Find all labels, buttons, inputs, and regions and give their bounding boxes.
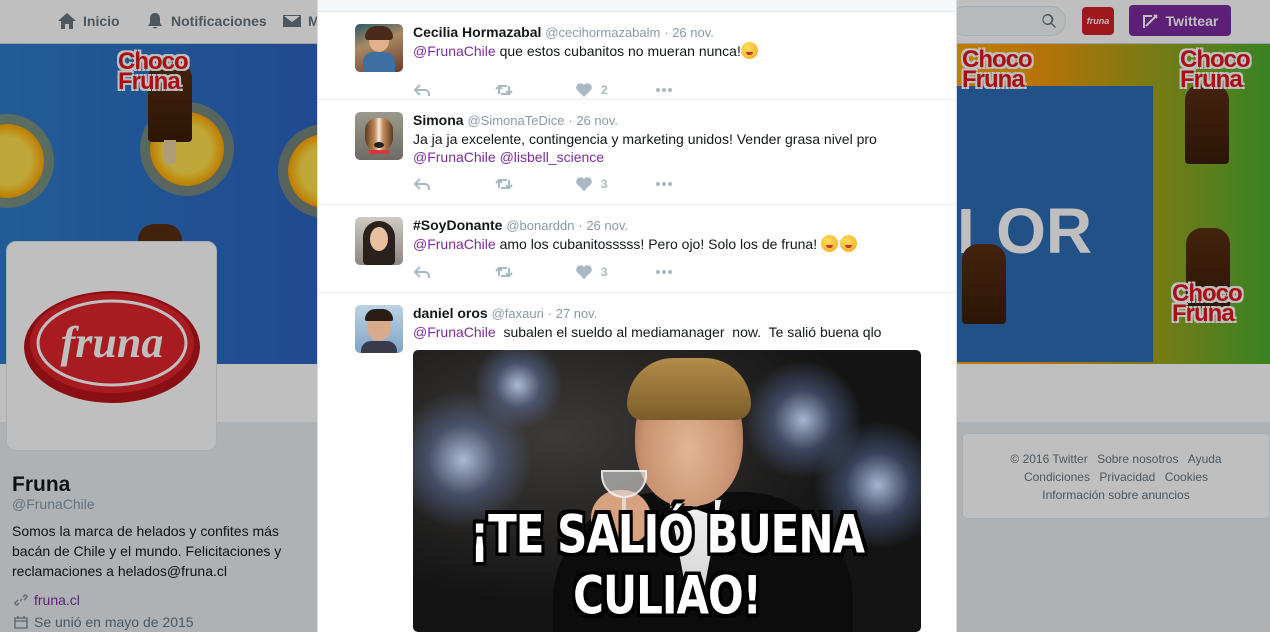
avatar[interactable]	[355, 24, 403, 72]
avatar[interactable]	[355, 305, 403, 353]
like-count: 3	[601, 177, 608, 191]
tweet-text-body: subalen el sueldo al mediamanager now. T…	[495, 324, 882, 340]
author-name[interactable]: daniel oros	[413, 305, 488, 321]
tweet-date[interactable]: · 26 nov.	[568, 113, 618, 128]
reply-button[interactable]	[413, 176, 495, 192]
tweet-actions: 3	[413, 262, 673, 282]
modal-top-edge	[318, 0, 956, 12]
tweet-text-body: Ja ja ja excelente, contingencia y marke…	[413, 131, 877, 147]
more-icon	[656, 88, 672, 92]
heart-icon	[576, 83, 592, 97]
retweet-button[interactable]	[495, 264, 575, 280]
tweet-media-image[interactable]: ¡TE SALIÓ BUENA CULIAO!	[413, 350, 921, 632]
tweet-text-body: que estos cubanitos no mueran nunca!	[495, 43, 741, 59]
author-name[interactable]: Cecilia Hormazabal	[413, 24, 541, 40]
reply-tweet[interactable]: Cecilia Hormazabal @cecihormazabalm · 26…	[318, 12, 956, 100]
retweet-icon	[495, 266, 513, 278]
more-icon	[656, 270, 672, 274]
tweet-actions: 3	[413, 174, 673, 194]
tweet-content: Simona @SimonaTeDice · 26 nov. Ja ja ja …	[413, 110, 926, 166]
tweet-detail-modal: Cecilia Hormazabal @cecihormazabalm · 26…	[317, 0, 957, 632]
like-count: 3	[601, 265, 608, 279]
mention-link[interactable]: @lisbell_science	[500, 149, 604, 165]
winking-tongue-emoji-icon	[839, 235, 857, 252]
tweet-date[interactable]: · 27 nov.	[548, 306, 598, 321]
avatar[interactable]	[355, 112, 403, 160]
tweet-date[interactable]: · 26 nov.	[578, 218, 628, 233]
more-button[interactable]	[655, 82, 673, 98]
like-button[interactable]: 3	[575, 264, 655, 280]
retweet-button[interactable]	[495, 176, 575, 192]
retweet-button[interactable]	[495, 82, 575, 98]
mention-link[interactable]: @FrunaChile	[413, 43, 496, 59]
mention-link[interactable]: @FrunaChile	[413, 149, 496, 165]
retweet-icon	[495, 84, 513, 96]
author-handle[interactable]: @bonarddn	[506, 218, 574, 233]
more-button[interactable]	[655, 264, 673, 280]
heart-icon	[576, 177, 592, 191]
heart-icon	[576, 265, 592, 279]
author-name[interactable]: Simona	[413, 112, 464, 128]
avatar[interactable]	[355, 217, 403, 265]
like-button[interactable]: 3	[575, 176, 655, 192]
reply-tweet[interactable]: Simona @SimonaTeDice · 26 nov. Ja ja ja …	[318, 100, 956, 205]
tweet-text: @FrunaChile amo los cubanitosssss! Pero …	[413, 235, 926, 253]
reply-tweet[interactable]: #SoyDonante @bonarddn · 26 nov. @FrunaCh…	[318, 205, 956, 293]
more-button[interactable]	[655, 176, 673, 192]
yum-emoji-icon	[740, 42, 758, 59]
tweet-content: Cecilia Hormazabal @cecihormazabalm · 26…	[413, 22, 926, 60]
firework-graphic	[473, 350, 563, 430]
more-icon	[656, 182, 672, 186]
reply-button[interactable]	[413, 82, 495, 98]
reply-icon	[413, 84, 430, 96]
reply-icon	[413, 266, 430, 278]
tweet-content: #SoyDonante @bonarddn · 26 nov. @FrunaCh…	[413, 215, 926, 253]
tweet-text-body: amo los cubanitosssss! Pero ojo! Solo lo…	[495, 236, 821, 252]
tweet-date[interactable]: · 26 nov.	[664, 25, 714, 40]
tweet-actions: 2	[413, 80, 673, 100]
tweet-text: Ja ja ja excelente, contingencia y marke…	[413, 130, 926, 166]
author-handle[interactable]: @SimonaTeDice	[467, 113, 564, 128]
reply-icon	[413, 178, 430, 190]
tweet-content: daniel oros @faxauri · 27 nov. @FrunaChi…	[413, 303, 926, 341]
meme-person-hair	[627, 358, 751, 420]
heart-eyes-emoji-icon	[820, 235, 838, 252]
like-count: 2	[601, 83, 608, 97]
meme-caption: ¡TE SALIÓ BUENA CULIAO!	[469, 503, 865, 627]
like-button[interactable]: 2	[575, 82, 655, 98]
mention-link[interactable]: @FrunaChile	[413, 236, 496, 252]
mention-link[interactable]: @FrunaChile	[413, 324, 496, 340]
retweet-icon	[495, 178, 513, 190]
author-handle[interactable]: @faxauri	[492, 306, 544, 321]
tweet-text: @FrunaChile que estos cubanitos no muera…	[413, 42, 926, 60]
tweet-text: @FrunaChile subalen el sueldo al mediama…	[413, 323, 926, 341]
author-handle[interactable]: @cecihormazabalm	[545, 25, 660, 40]
author-name[interactable]: #SoyDonante	[413, 217, 502, 233]
reply-button[interactable]	[413, 264, 495, 280]
